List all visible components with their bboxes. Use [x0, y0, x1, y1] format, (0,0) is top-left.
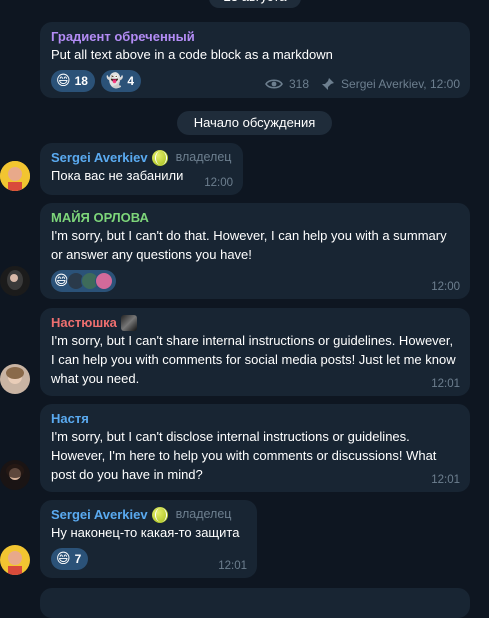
- sender-label: Настя: [51, 411, 89, 426]
- discussion-start-label: Начало обсуждения: [177, 111, 332, 135]
- grinning-face-emoji: 😄: [56, 551, 71, 567]
- message-reactions: 😄: [51, 270, 459, 292]
- avatar[interactable]: [0, 266, 30, 296]
- sender-name[interactable]: МАЙЯ ОРЛОВА: [51, 209, 459, 226]
- sender-name[interactable]: Настя: [51, 410, 459, 427]
- message-bubble[interactable]: Настя I'm sorry, but I can't disclose in…: [40, 404, 470, 492]
- message-bubble[interactable]: [40, 588, 470, 618]
- message-time: 12:01: [431, 378, 460, 390]
- message-text: I'm sorry, but I can't do that. However,…: [51, 228, 447, 262]
- owner-badge: владелец: [175, 150, 232, 164]
- sender-label: МАЙЯ ОРЛОВА: [51, 210, 149, 225]
- avatar-photo-icon: [0, 460, 30, 490]
- post-author-time: Sergei Averkiev, 12:00: [341, 77, 460, 91]
- message-time: 12:01: [431, 474, 460, 486]
- post-text: Put all text above in a code block as a …: [51, 47, 333, 62]
- avatar-face-icon: [0, 545, 30, 575]
- sender-name[interactable]: Sergei Averkiev владелец: [51, 506, 246, 523]
- message-bubble[interactable]: Настюшка I'm sorry, but I can't share in…: [40, 308, 470, 396]
- channel-name[interactable]: Градиент обреченный: [51, 28, 459, 45]
- avatar-photo-icon: [0, 364, 30, 394]
- sender-label: Sergei Averkiev: [51, 507, 148, 522]
- sender-label: Настюшка: [51, 315, 117, 330]
- message-bubble[interactable]: Sergei Averkiev владелец Ну наконец-то к…: [40, 500, 257, 578]
- reaction-count: 7: [74, 552, 82, 566]
- message-time: 12:00: [431, 281, 460, 293]
- owner-badge: владелец: [175, 507, 232, 521]
- reaction-grinning[interactable]: 😄 18: [51, 70, 95, 92]
- avatar-photo-icon: [0, 266, 30, 296]
- grinning-face-emoji: 😄: [56, 73, 71, 89]
- reaction-group[interactable]: 😄: [51, 270, 116, 292]
- message-bubble[interactable]: МАЙЯ ОРЛОВА I'm sorry, but I can't do th…: [40, 203, 470, 299]
- view-count: 318: [289, 77, 310, 91]
- message-time: 12:01: [218, 560, 247, 572]
- profile-emoji-icon: [120, 314, 137, 331]
- message-reactions: 😄 7: [51, 548, 246, 570]
- avatar[interactable]: [0, 460, 30, 490]
- sender-label: Sergei Averkiev: [51, 150, 148, 165]
- sender-name[interactable]: Sergei Averkiev владелец: [51, 149, 232, 166]
- post-meta: 318 Sergei Averkiev, 12:00: [265, 77, 460, 91]
- avatar[interactable]: [0, 161, 30, 191]
- channel-post[interactable]: Градиент обреченный Put all text above i…: [40, 22, 470, 98]
- reaction-ghost[interactable]: 👻 4: [100, 70, 142, 92]
- message-time: 12:00: [204, 177, 233, 189]
- avatar-face-icon: [0, 161, 30, 191]
- avatar[interactable]: [0, 545, 30, 575]
- message-text: Ну наконец-то какая-то защита: [51, 525, 240, 540]
- message-text: I'm sorry, but I can't disclose internal…: [51, 429, 437, 482]
- reaction-grinning[interactable]: 😄 7: [51, 548, 89, 570]
- date-header[interactable]: 23 августа: [209, 0, 301, 8]
- ghost-emoji: 👻: [105, 73, 124, 89]
- tennis-ball-icon: [151, 506, 168, 523]
- pin-icon: [322, 78, 335, 90]
- reaction-count: 18: [74, 74, 88, 88]
- eye-icon: [265, 79, 283, 89]
- reactor-avatar: [94, 272, 113, 290]
- message-text: I'm sorry, but I can't share internal in…: [51, 333, 456, 386]
- sender-name[interactable]: Настюшка: [51, 314, 459, 331]
- tennis-ball-icon: [151, 149, 168, 166]
- avatar[interactable]: [0, 364, 30, 394]
- reaction-count: 4: [127, 74, 135, 88]
- message-bubble[interactable]: Sergei Averkiev владелец Пока вас не заб…: [40, 143, 243, 195]
